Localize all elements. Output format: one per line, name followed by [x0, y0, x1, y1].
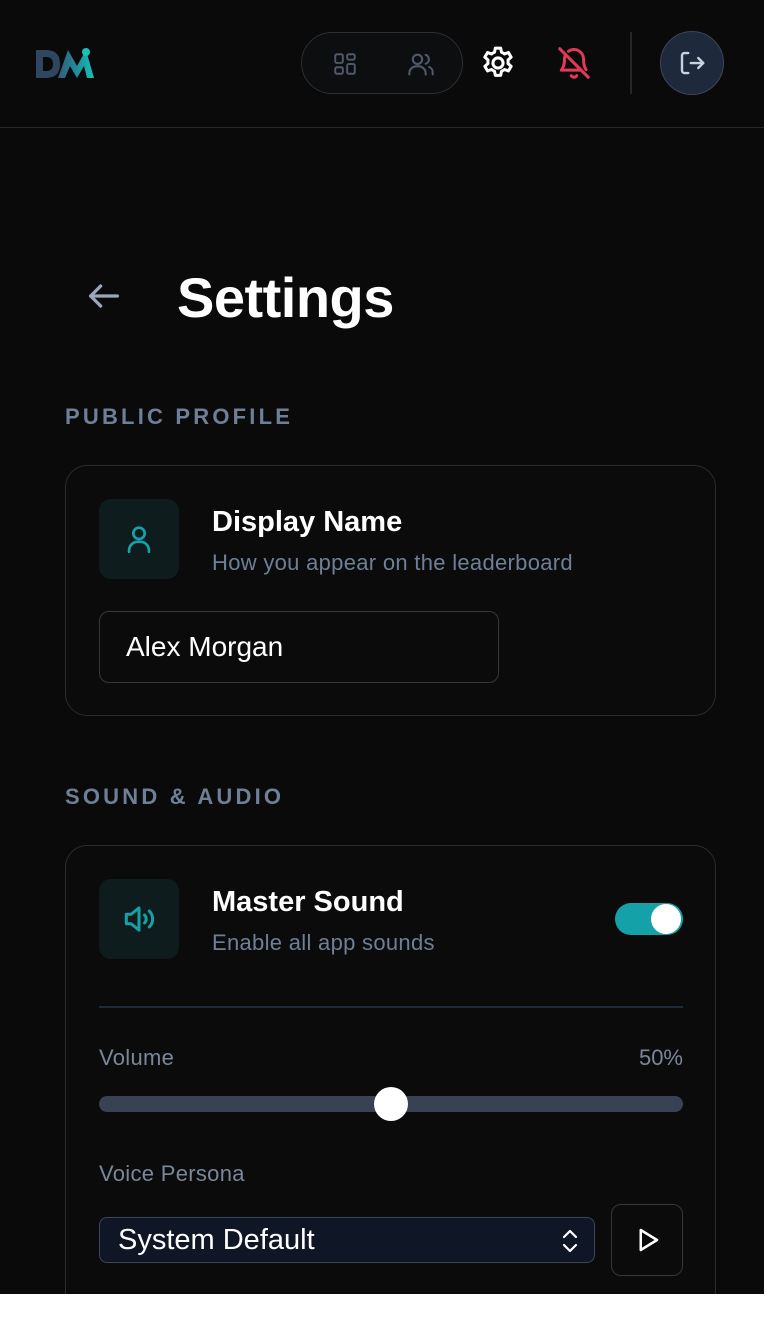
- volume-value: 50%: [638, 1045, 683, 1070]
- header-divider: [630, 32, 632, 94]
- sound-divider: [99, 1006, 683, 1008]
- volume-slider[interactable]: [99, 1087, 683, 1121]
- settings-button[interactable]: [478, 43, 518, 83]
- logout-button[interactable]: [660, 31, 724, 95]
- nav-dashboard-button[interactable]: [330, 49, 360, 79]
- display-name-input[interactable]: [99, 611, 499, 683]
- toggle-knob: [651, 904, 681, 934]
- voice-persona-selected: System Default: [118, 1223, 315, 1256]
- grid-icon: [334, 53, 356, 75]
- play-icon: [639, 1228, 659, 1252]
- app-logo[interactable]: [34, 44, 96, 84]
- chevron-up-down-icon: [562, 1229, 578, 1253]
- display-name-subtitle: How you appear on the leaderboard: [212, 550, 573, 575]
- speaker-icon: [124, 906, 155, 932]
- nav-users-button[interactable]: [406, 49, 436, 79]
- arrow-left-icon: [89, 284, 120, 308]
- nav-switcher: [301, 32, 463, 94]
- bell-off-icon: [558, 47, 590, 79]
- user-icon: [127, 526, 151, 554]
- display-name-card: Display Name How you appear on the leade…: [65, 465, 716, 716]
- volume-label: Volume: [99, 1045, 175, 1070]
- back-button[interactable]: [82, 274, 126, 318]
- display-name-title: Display Name: [212, 506, 403, 538]
- section-label-sound-audio: SOUND & AUDIO: [65, 784, 285, 809]
- gear-icon: [483, 46, 513, 77]
- master-sound-toggle[interactable]: [615, 903, 683, 935]
- users-icon: [408, 53, 434, 76]
- sound-card: Master Sound Enable all app sounds Volum…: [65, 845, 716, 1294]
- voice-persona-select[interactable]: System Default: [99, 1217, 595, 1263]
- logout-icon: [680, 51, 705, 75]
- page-title: Settings: [177, 266, 394, 329]
- settings-screen: Settings PUBLIC PROFILE Display Name How…: [0, 0, 764, 1294]
- notifications-button[interactable]: [554, 43, 594, 83]
- top-header: [0, 0, 764, 128]
- preview-voice-button[interactable]: [611, 1204, 683, 1276]
- voice-persona-label: Voice Persona: [99, 1161, 245, 1186]
- master-sound-icon-tile: [99, 879, 179, 959]
- display-name-icon-tile: [99, 499, 179, 579]
- section-label-public-profile: PUBLIC PROFILE: [65, 404, 294, 429]
- master-sound-title: Master Sound: [212, 886, 404, 918]
- volume-slider-thumb[interactable]: [374, 1087, 408, 1121]
- master-sound-subtitle: Enable all app sounds: [212, 930, 435, 955]
